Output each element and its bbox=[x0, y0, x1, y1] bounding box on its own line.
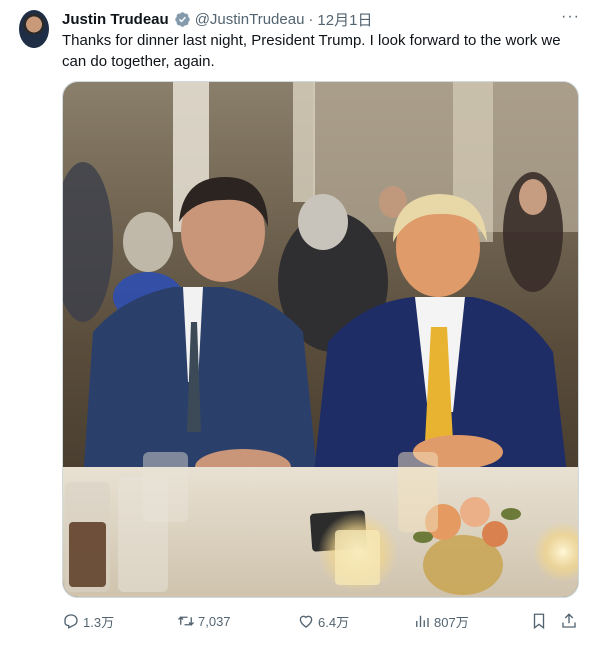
share-icon bbox=[562, 613, 576, 628]
views-button[interactable]: 807万 bbox=[413, 608, 469, 634]
views-icon bbox=[416, 615, 429, 627]
verified-icon bbox=[174, 11, 191, 28]
retweet-count: 7,037 bbox=[198, 613, 231, 629]
separator: · bbox=[308, 10, 314, 28]
handle[interactable]: @JustinTrudeau bbox=[195, 11, 305, 28]
tweet-photo[interactable] bbox=[62, 81, 579, 598]
like-button[interactable]: 6.4万 bbox=[297, 608, 349, 634]
display-name[interactable]: Justin Trudeau bbox=[62, 11, 169, 28]
tweet-text: Thanks for dinner last night, President … bbox=[62, 32, 561, 70]
retweet-icon bbox=[178, 616, 194, 626]
more-options-button[interactable]: ··· bbox=[561, 8, 580, 26]
like-icon bbox=[299, 615, 313, 628]
bookmark-button[interactable] bbox=[530, 608, 551, 634]
photo-illustration bbox=[63, 82, 578, 597]
like-count: 6.4万 bbox=[318, 614, 350, 630]
avatar[interactable] bbox=[19, 10, 49, 48]
share-button[interactable] bbox=[560, 608, 581, 634]
reply-button[interactable]: 1.3万 bbox=[62, 608, 114, 634]
tweet-header: Justin Trudeau @JustinTrudeau · 12月1日 ··… bbox=[62, 8, 580, 30]
tweet: Justin Trudeau @JustinTrudeau · 12月1日 ··… bbox=[0, 0, 594, 648]
timestamp[interactable]: 12月1日 bbox=[317, 9, 372, 30]
bookmark-icon bbox=[533, 613, 545, 630]
action-bar: 1.3万 7,037 6.4万 807万 bbox=[62, 608, 582, 634]
retweet-button[interactable]: 7,037 bbox=[177, 608, 231, 634]
reply-icon bbox=[64, 614, 78, 629]
views-count: 807万 bbox=[434, 614, 469, 630]
reply-count: 1.3万 bbox=[83, 614, 115, 630]
